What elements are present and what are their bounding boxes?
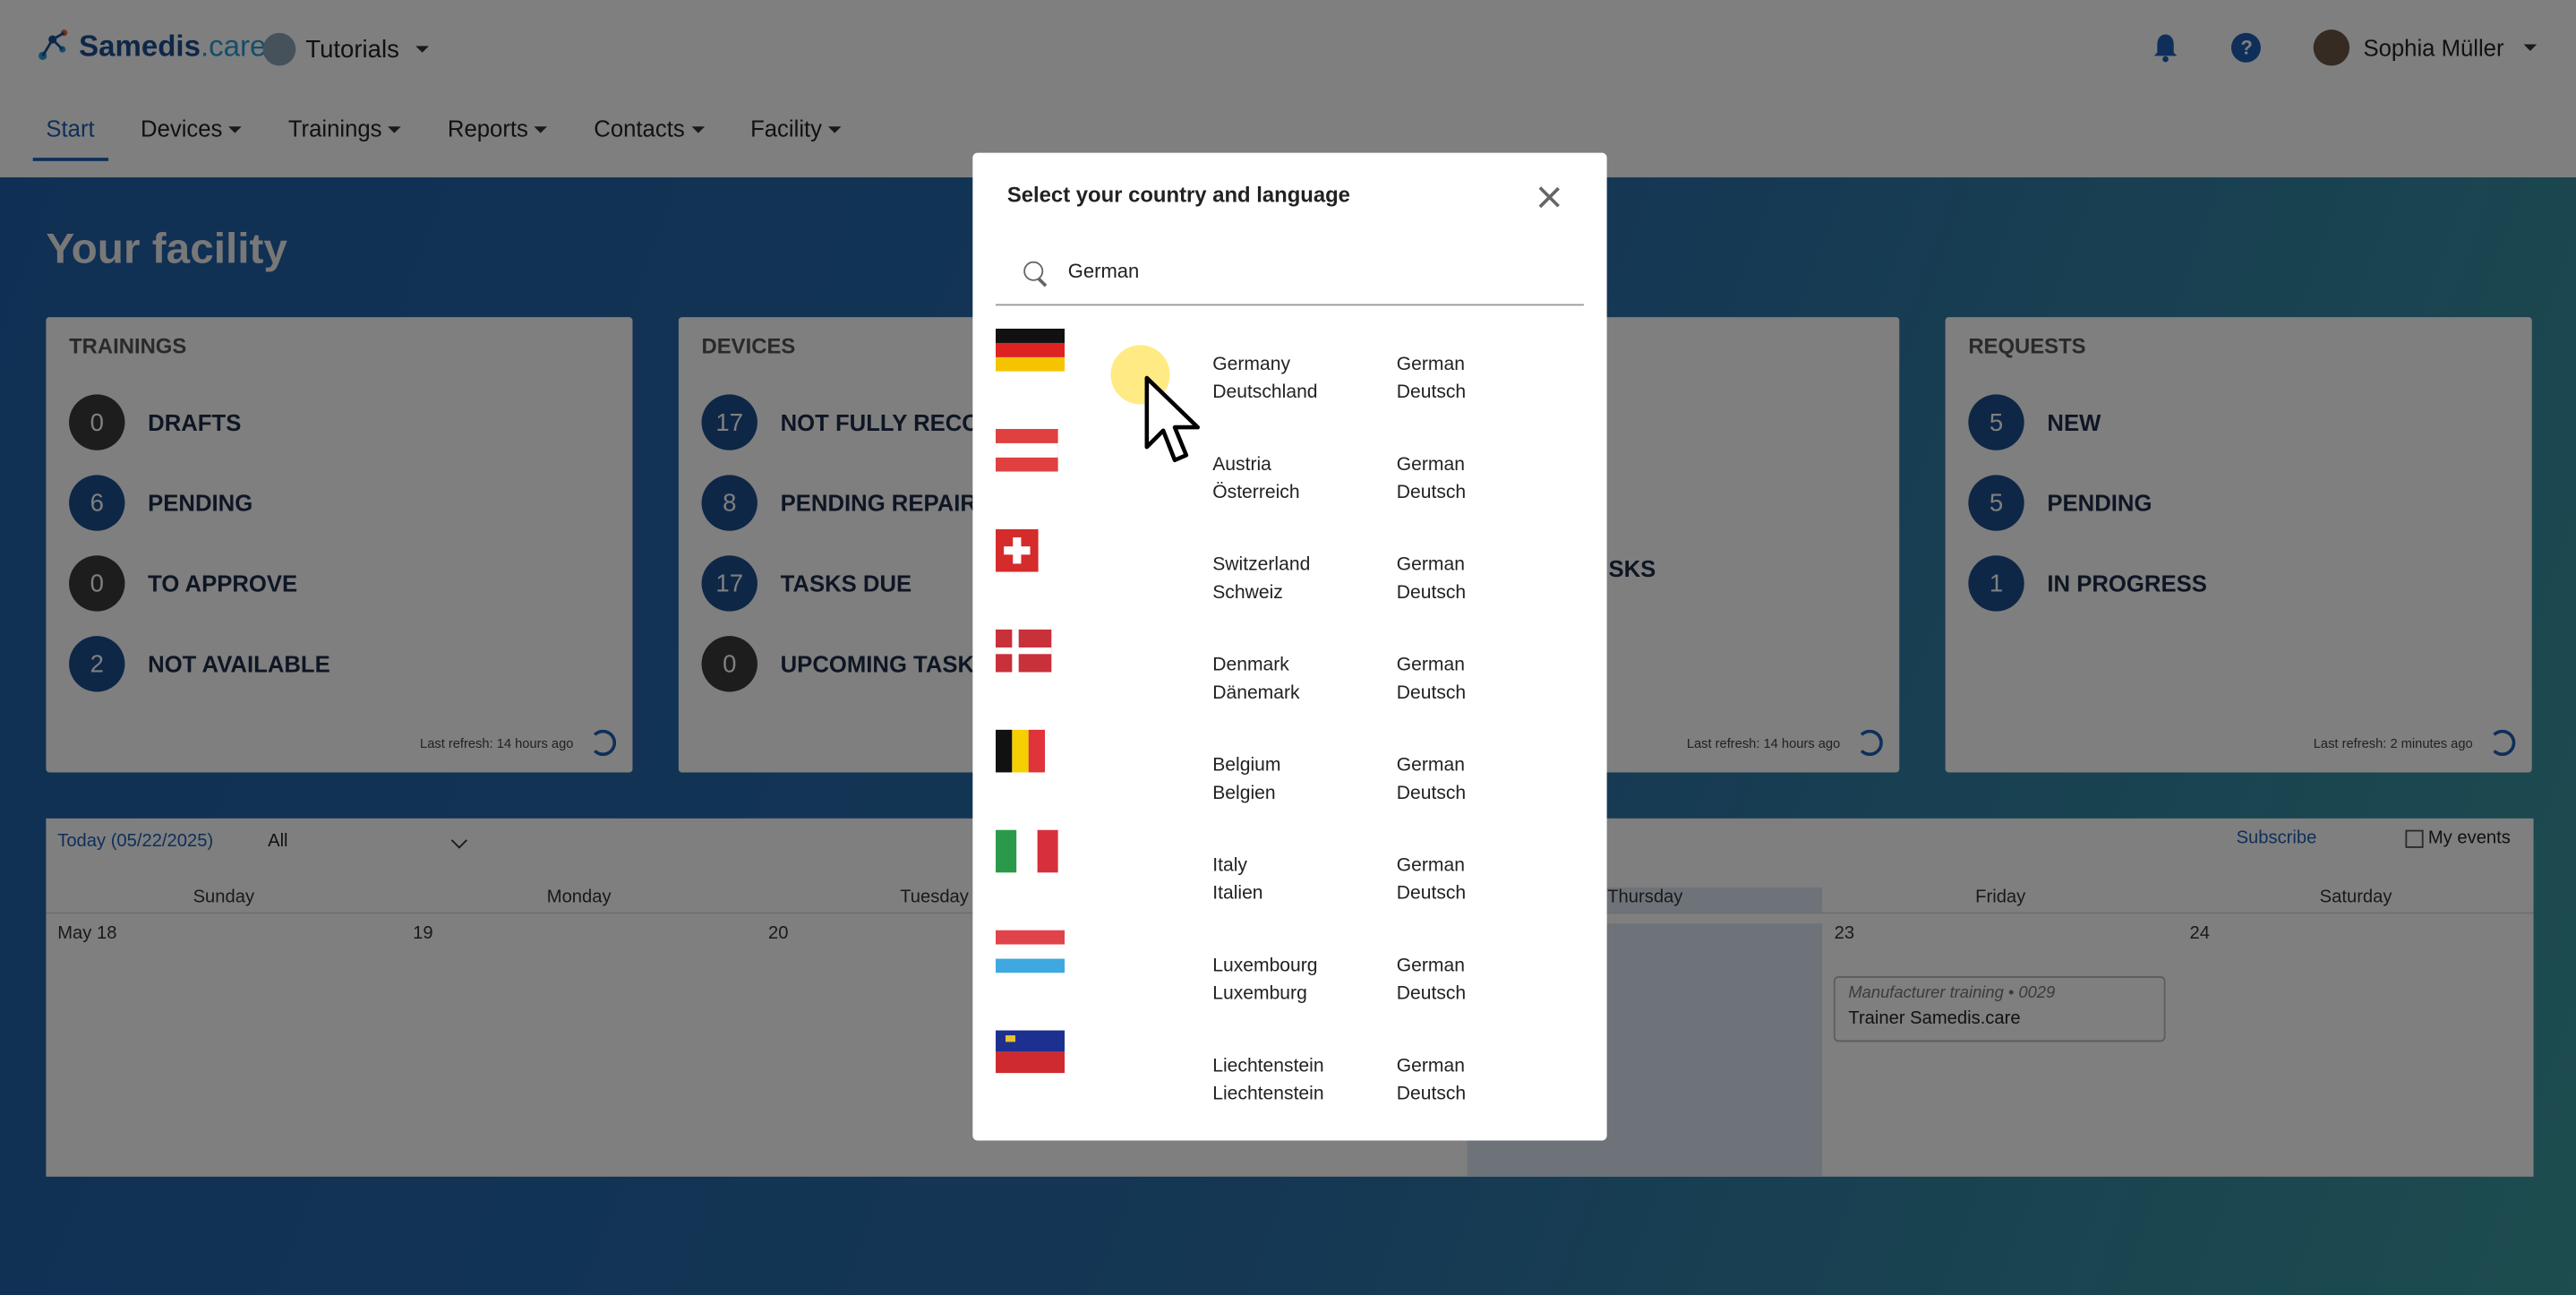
country-row[interactable]: Denmark Dänemark German Deutsch: [996, 629, 1584, 730]
mouse-pointer-icon: [1144, 375, 1201, 463]
country-row[interactable]: Germany Deutschland German Deutsch: [996, 329, 1584, 429]
country-row[interactable]: Luxembourg Luxemburg German Deutsch: [996, 930, 1584, 1031]
italy-flag-icon: [996, 829, 1058, 873]
language-name: German Deutsch: [1396, 956, 1467, 1005]
country-row[interactable]: Liechtenstein Liechtenstein German Deutsch: [996, 1030, 1584, 1131]
language-name: German Deutsch: [1396, 856, 1467, 905]
denmark-flag-icon: [996, 629, 1052, 673]
country-name: Luxembourg Luxemburg: [1212, 956, 1318, 1005]
belgium-flag-icon: [996, 729, 1046, 773]
germany-flag-icon: [996, 329, 1065, 372]
country-name: Belgium Belgien: [1212, 756, 1281, 804]
language-name: German Deutsch: [1396, 756, 1467, 804]
liechtenstein-flag-icon: [996, 1030, 1065, 1074]
country-name: Switzerland Schweiz: [1212, 555, 1311, 604]
search-icon: [1023, 261, 1044, 281]
dialog-title: Select your country and language: [1006, 182, 1350, 208]
language-name: German Deutsch: [1396, 1056, 1467, 1105]
language-name: German Deutsch: [1396, 455, 1467, 503]
country-name: Denmark Dänemark: [1212, 656, 1300, 704]
country-name: Austria Österreich: [1212, 455, 1300, 503]
search-input[interactable]: German: [1068, 260, 1140, 283]
switzerland-flag-icon: [996, 528, 1039, 572]
country-name: Italy Italien: [1212, 856, 1263, 905]
country-row[interactable]: Italy Italien German Deutsch: [996, 829, 1584, 931]
language-name: German Deutsch: [1396, 555, 1467, 604]
language-name: German Deutsch: [1396, 656, 1467, 704]
austria-flag-icon: [996, 428, 1058, 472]
country-language-dialog: Select your country and language German …: [972, 152, 1607, 1141]
country-row[interactable]: Belgium Belgien German Deutsch: [996, 729, 1584, 830]
country-row[interactable]: Austria Österreich German Deutsch: [996, 428, 1584, 529]
search-field[interactable]: German: [996, 238, 1584, 306]
country-name: Germany Deutschland: [1212, 355, 1318, 403]
luxembourg-flag-icon: [996, 930, 1065, 973]
close-icon[interactable]: [1538, 185, 1562, 209]
country-name: Liechtenstein Liechtenstein: [1212, 1056, 1324, 1105]
language-name: German Deutsch: [1396, 355, 1467, 403]
country-row[interactable]: Switzerland Schweiz German Deutsch: [996, 528, 1584, 630]
